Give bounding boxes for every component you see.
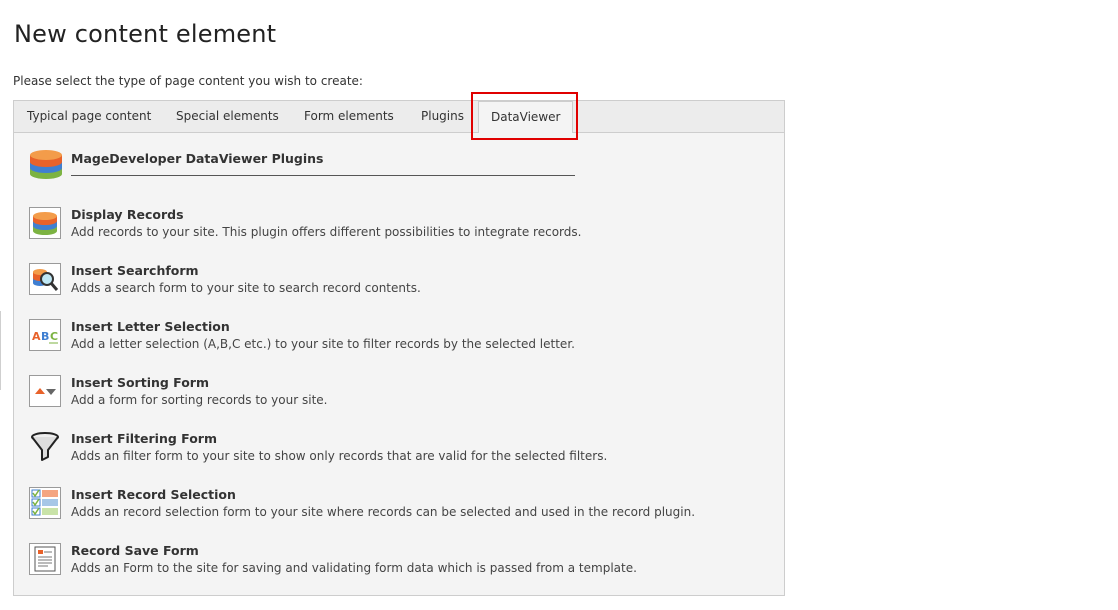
tab-special-elements[interactable]: Special elements (176, 101, 279, 132)
item-insert-filtering-form[interactable]: Insert Filtering Form Adds an filter for… (14, 427, 784, 477)
search-database-icon (29, 263, 61, 295)
tab-typical-page-content[interactable]: Typical page content (27, 101, 151, 132)
wizard-panel: Typical page content Special elements Fo… (13, 100, 785, 596)
item-description: Add records to your site. This plugin of… (71, 225, 582, 239)
funnel-icon (29, 431, 61, 463)
item-description: Add a letter selection (A,B,C etc.) to y… (71, 337, 575, 351)
tab-bar: Typical page content Special elements Fo… (14, 101, 784, 133)
item-description: Adds an record selection form to your si… (71, 505, 696, 519)
item-description: Add a form for sorting records to your s… (71, 393, 328, 407)
item-insert-searchform[interactable]: Insert Searchform Adds a search form to … (14, 259, 784, 309)
item-title: Record Save Form (71, 543, 199, 558)
tab-form-elements[interactable]: Form elements (304, 101, 394, 132)
header-divider (71, 175, 575, 176)
tab-dataviewer[interactable]: DataViewer (478, 101, 574, 133)
item-description: Adds an Form to the site for saving and … (71, 561, 637, 575)
sort-icon (29, 375, 61, 407)
item-description: Adds an filter form to your site to show… (71, 449, 608, 463)
item-record-save-form[interactable]: Record Save Form Adds an Form to the sit… (14, 539, 784, 589)
abc-icon: A B C (29, 319, 61, 351)
item-title: Insert Record Selection (71, 487, 236, 502)
item-insert-record-selection[interactable]: Insert Record Selection Adds an record s… (14, 483, 784, 533)
item-title: Insert Searchform (71, 263, 199, 278)
database-icon (29, 207, 61, 239)
form-document-icon (29, 543, 61, 575)
left-edge-divider (0, 311, 3, 390)
select-prompt: Please select the type of page content y… (13, 74, 363, 88)
svg-text:C: C (50, 330, 58, 343)
item-title: Insert Filtering Form (71, 431, 217, 446)
header-item-title: MageDeveloper DataViewer Plugins (71, 151, 324, 166)
item-display-records[interactable]: Display Records Add records to your site… (14, 203, 784, 253)
item-insert-letter-selection[interactable]: A B C Insert Letter Selection Add a lett… (14, 315, 784, 365)
tab-plugins[interactable]: Plugins (421, 101, 464, 132)
checklist-icon (29, 487, 61, 519)
item-title: Insert Letter Selection (71, 319, 230, 334)
item-description: Adds a search form to your site to searc… (71, 281, 421, 295)
item-title: Insert Sorting Form (71, 375, 209, 390)
svg-text:A: A (32, 330, 41, 343)
page-title: New content element (14, 20, 277, 48)
item-title: Display Records (71, 207, 184, 222)
database-stack-icon (29, 147, 62, 179)
dataviewer-plugins-header: MageDeveloper DataViewer Plugins (14, 147, 784, 197)
item-insert-sorting-form[interactable]: Insert Sorting Form Add a form for sorti… (14, 371, 784, 421)
svg-text:B: B (41, 330, 49, 343)
